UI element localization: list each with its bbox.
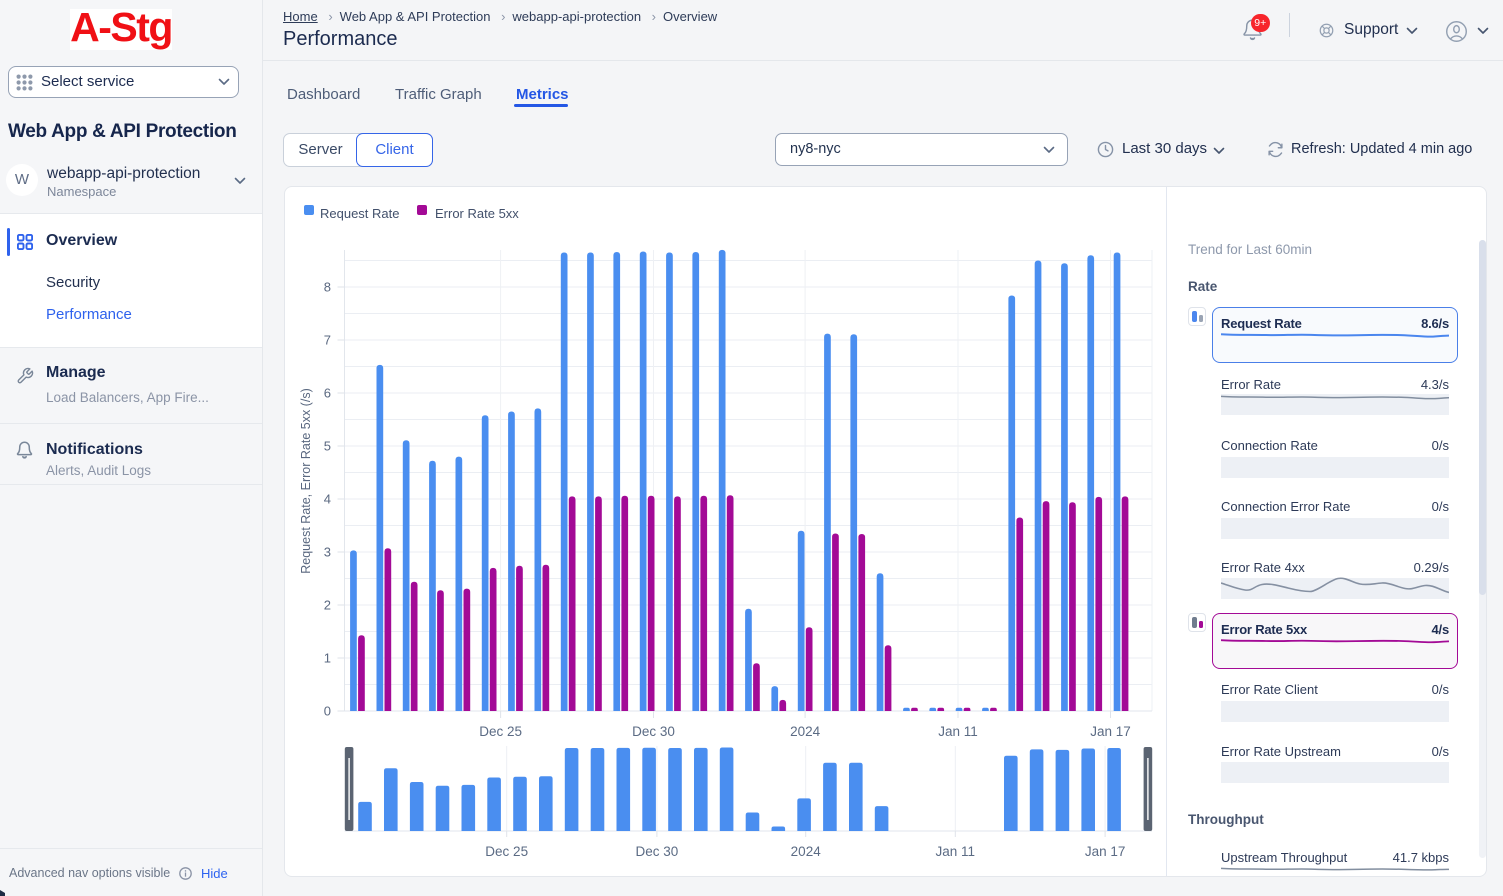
svg-text:Request Rate, Error Rate 5xx (: Request Rate, Error Rate 5xx (/s) [299, 388, 313, 573]
svg-text:4: 4 [324, 492, 331, 507]
svg-text:Jan 17: Jan 17 [1085, 844, 1126, 859]
svg-text:3: 3 [324, 545, 331, 560]
svg-text:Jan 11: Jan 11 [938, 724, 978, 739]
svg-text:8: 8 [324, 280, 331, 295]
svg-text:Jan 11: Jan 11 [936, 844, 976, 859]
svg-text:Dec 30: Dec 30 [636, 844, 679, 859]
svg-text:2024: 2024 [790, 724, 821, 739]
svg-text:Dec 30: Dec 30 [632, 724, 675, 739]
svg-text:Dec 25: Dec 25 [485, 844, 528, 859]
svg-text:6: 6 [324, 386, 331, 401]
svg-text:1: 1 [324, 651, 331, 666]
svg-text:7: 7 [324, 333, 331, 348]
svg-text:Jan 17: Jan 17 [1090, 724, 1131, 739]
svg-text:2: 2 [324, 598, 331, 613]
svg-text:Dec 25: Dec 25 [479, 724, 522, 739]
svg-text:2024: 2024 [791, 844, 822, 859]
svg-text:0: 0 [324, 704, 331, 719]
svg-text:5: 5 [324, 439, 331, 454]
